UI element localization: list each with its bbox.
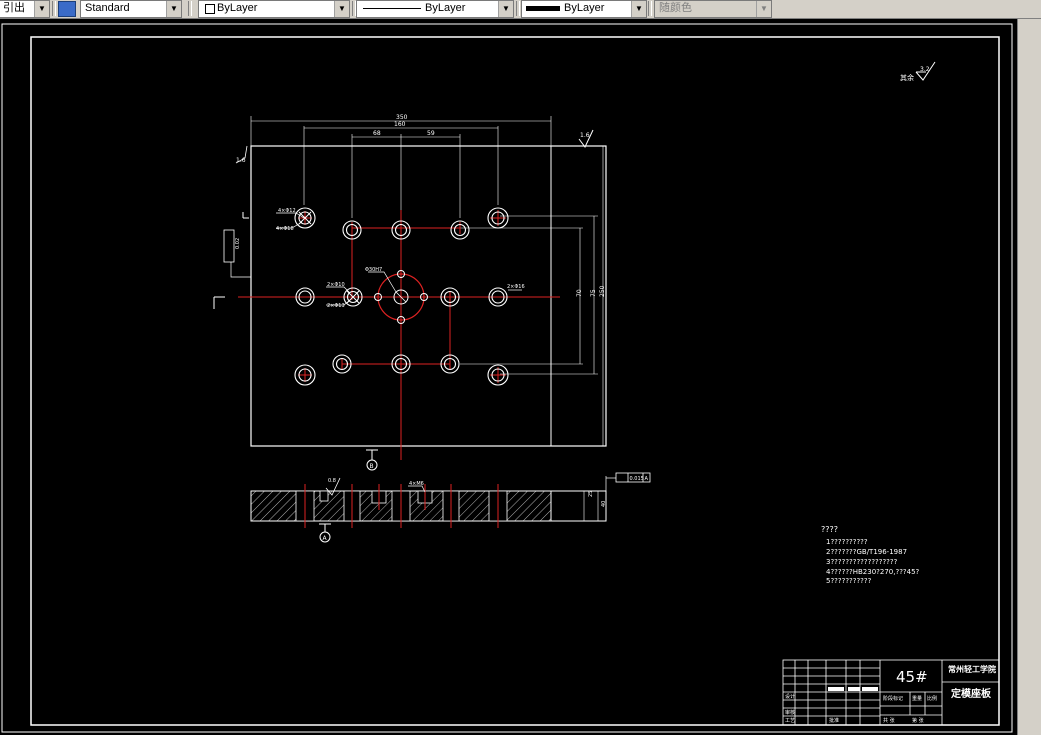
- chevron-down-icon[interactable]: ▼: [34, 1, 49, 17]
- svg-text:0.02: 0.02: [235, 238, 241, 249]
- dimstyle-value: 引出: [3, 2, 25, 14]
- svg-text:350: 350: [396, 114, 408, 121]
- svg-text:阶段标记: 阶段标记: [883, 695, 903, 702]
- svg-text:25: 25: [588, 491, 594, 497]
- svg-text:2×Φ10: 2×Φ10: [327, 282, 345, 288]
- roughness-symbol-general: 其余 3.2: [900, 61, 936, 82]
- svg-text:Φ30H7: Φ30H7: [365, 267, 382, 273]
- title-block: 45# 常州轻工学院 定模座板 设计 审核 工艺 批准 阶段标记 重量 比例 共…: [782, 659, 1000, 726]
- svg-text:68: 68: [373, 130, 381, 137]
- chevron-down-icon[interactable]: ▼: [166, 1, 181, 17]
- svg-text:设计: 设计: [785, 693, 795, 700]
- svg-text:共 张: 共 张: [883, 717, 895, 724]
- vertical-scrollbar[interactable]: [1017, 19, 1041, 735]
- svg-text:审核: 审核: [785, 709, 795, 716]
- plan-view: 350 160 68 59 1.6 1.6 0.02 70 75 250 4×Φ…: [213, 114, 607, 471]
- drawing-svg: 其余 3.2 350 160 68 59 1.6 1.6 0.02 70 75 …: [1, 23, 1013, 733]
- toolbar-separator: [516, 1, 520, 16]
- svg-text:????: ????: [821, 525, 838, 534]
- plotstyle-dropdown[interactable]: 随颜色 ▼: [654, 0, 772, 18]
- svg-text:4×Φ18: 4×Φ18: [276, 226, 294, 232]
- svg-text:2×Φ16: 2×Φ16: [507, 284, 525, 290]
- svg-text:250: 250: [599, 285, 606, 297]
- lineweight-value: ByLayer: [564, 2, 605, 14]
- svg-text:工艺: 工艺: [785, 718, 795, 724]
- svg-text:2???????GB/T196-1987: 2???????GB/T196-1987: [826, 548, 907, 556]
- color-swatch-icon: [205, 4, 215, 14]
- svg-text:常州轻工学院: 常州轻工学院: [948, 664, 996, 674]
- svg-text:4??????HB230?270,???45?: 4??????HB230?270,???45?: [826, 568, 920, 576]
- svg-text:第 张: 第 张: [912, 717, 924, 724]
- svg-text:0.015: 0.015: [630, 476, 644, 482]
- toolbar-separator: [188, 1, 192, 16]
- svg-text:160: 160: [394, 121, 406, 128]
- svg-text:4×M6: 4×M6: [409, 481, 424, 487]
- svg-text:1??????????: 1??????????: [826, 538, 868, 546]
- plotstyle-value: 随颜色: [659, 2, 692, 14]
- textstyle-dropdown[interactable]: Standard ▼: [80, 0, 182, 18]
- section-view: 0.8 4×M6 0.015 A 25 40 A: [250, 472, 651, 543]
- toolbar-separator: [52, 1, 56, 16]
- linetype-preview-icon: [363, 8, 421, 9]
- technical-notes: ???? 1?????????? 2???????GB/T196-1987 3?…: [821, 525, 920, 585]
- svg-text:2×Φ13: 2×Φ13: [327, 303, 345, 309]
- svg-text:3??????????????????: 3??????????????????: [826, 558, 898, 566]
- svg-text:4×Φ12: 4×Φ12: [278, 208, 296, 214]
- inner-frame: [30, 36, 1000, 726]
- svg-text:70: 70: [576, 289, 583, 297]
- linetype-value: ByLayer: [425, 2, 466, 14]
- svg-text:比例: 比例: [927, 695, 937, 702]
- svg-text:批准: 批准: [829, 717, 839, 724]
- lineweight-preview-icon: [526, 6, 560, 11]
- properties-toolbar: 引出 ▼ Standard ▼ ByLayer ▼ ByLayer ▼ ByLa…: [0, 0, 1041, 19]
- chevron-down-icon[interactable]: ▼: [334, 1, 349, 17]
- lineweight-dropdown[interactable]: ByLayer ▼: [521, 0, 647, 18]
- svg-text:B: B: [370, 463, 374, 470]
- svg-text:A: A: [323, 535, 328, 542]
- svg-text:75: 75: [590, 289, 597, 297]
- svg-text:1.6: 1.6: [580, 132, 590, 139]
- svg-text:45#: 45#: [896, 668, 928, 686]
- center-lines: [238, 210, 560, 460]
- chevron-down-icon[interactable]: ▼: [631, 1, 646, 17]
- chevron-down-icon[interactable]: ▼: [756, 1, 771, 17]
- svg-text:定模座板: 定模座板: [951, 687, 992, 700]
- svg-text:重量: 重量: [912, 695, 922, 702]
- svg-text:其余: 其余: [900, 73, 914, 82]
- svg-text:A: A: [645, 476, 649, 482]
- chevron-down-icon[interactable]: ▼: [498, 1, 513, 17]
- svg-text:0.8: 0.8: [328, 478, 336, 484]
- textstyle-value: Standard: [85, 2, 130, 14]
- svg-text:59: 59: [427, 130, 435, 137]
- svg-text:40: 40: [601, 501, 607, 507]
- drawing-canvas[interactable]: 其余 3.2 350 160 68 59 1.6 1.6 0.02 70 75 …: [0, 19, 1041, 735]
- toolbar-separator: [648, 1, 652, 16]
- layer-color-dropdown[interactable]: ByLayer ▼: [198, 0, 350, 18]
- text-style-icon[interactable]: [58, 1, 76, 17]
- svg-text:5???????????: 5???????????: [826, 577, 872, 585]
- linetype-dropdown[interactable]: ByLayer ▼: [356, 0, 514, 18]
- layer-color-value: ByLayer: [217, 2, 258, 14]
- dimstyle-dropdown[interactable]: 引出 ▼: [0, 0, 50, 18]
